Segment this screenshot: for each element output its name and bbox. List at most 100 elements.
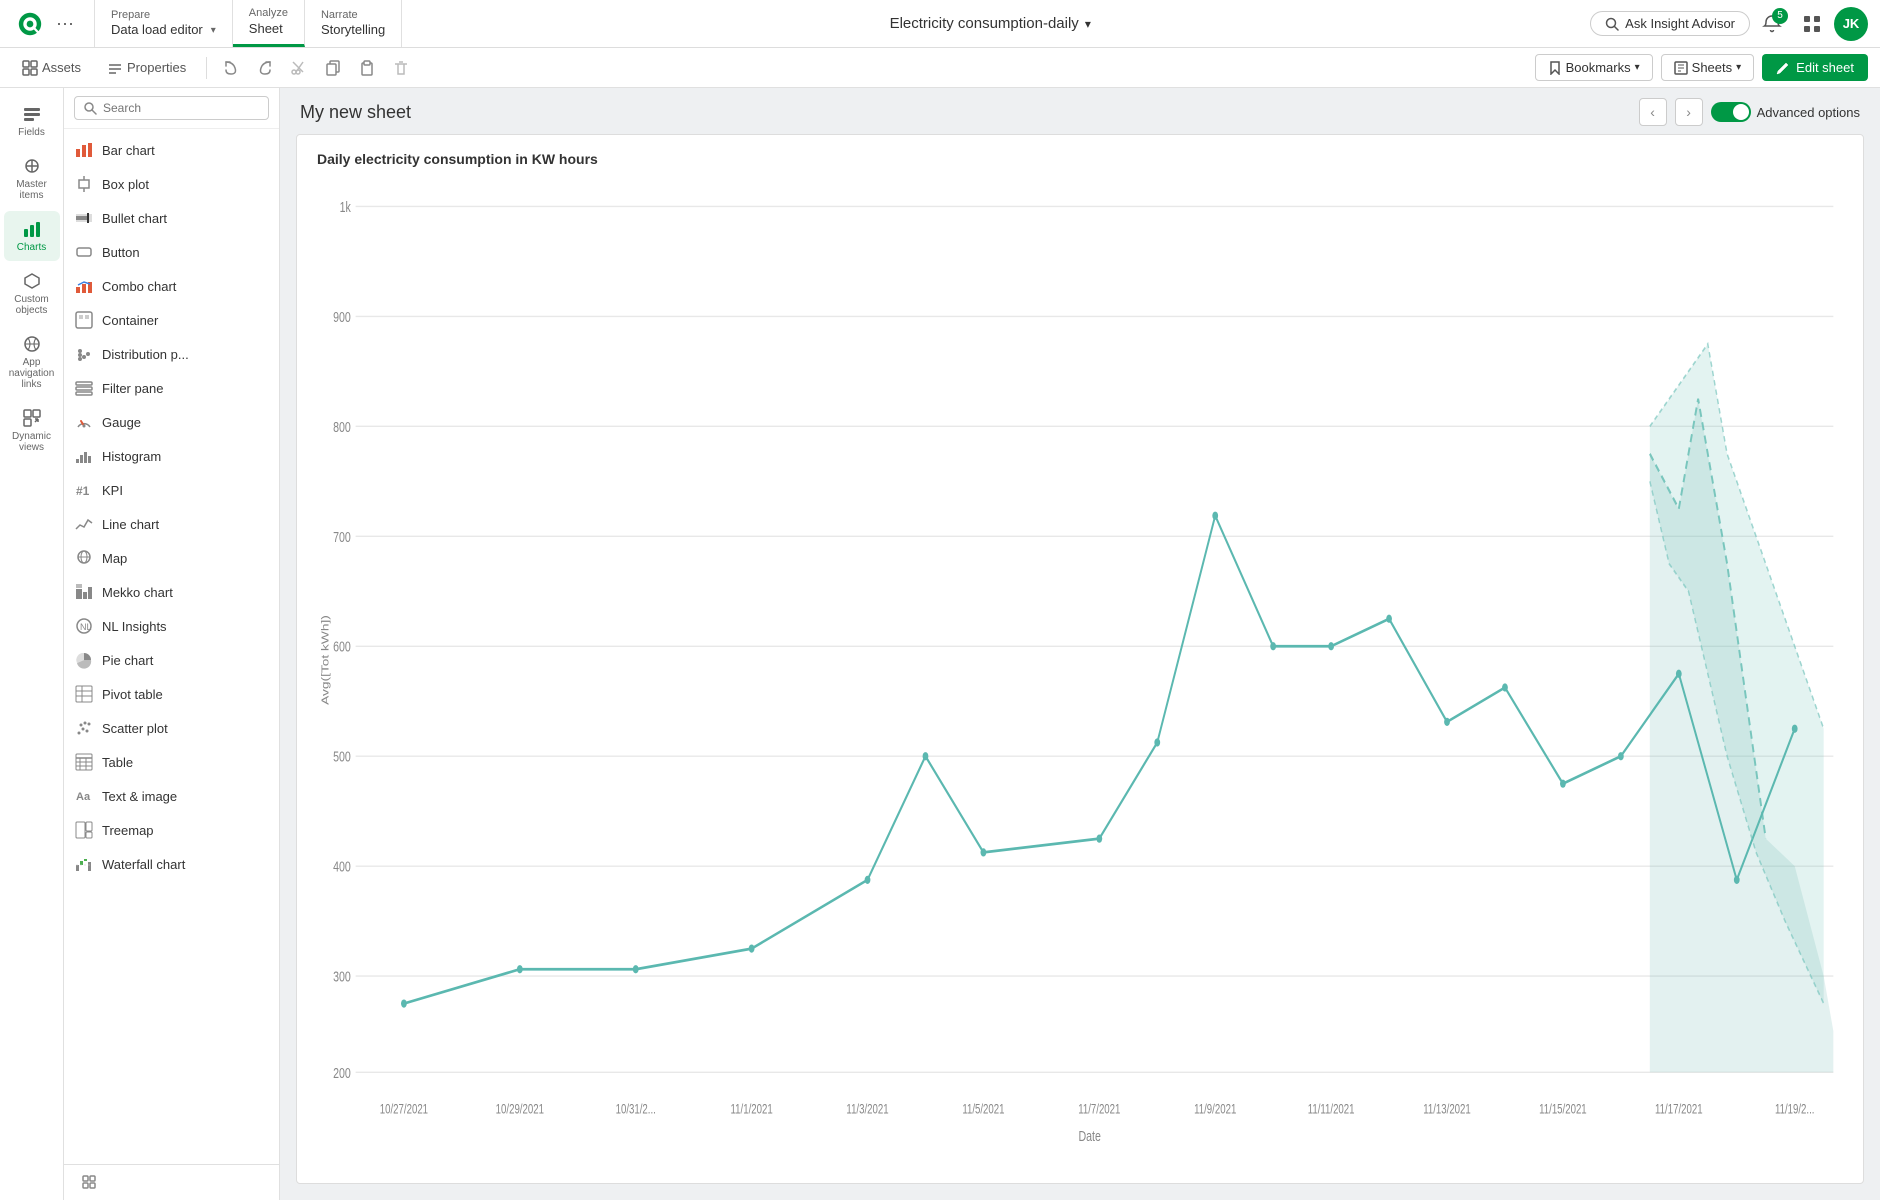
assets-tab[interactable]: Assets: [12, 56, 91, 80]
map-icon: [74, 548, 94, 568]
main-layout: Fields Master items Charts Custom object…: [0, 88, 1880, 1200]
chart-item-container[interactable]: Container ⠿: [64, 303, 279, 337]
chart-item-mekko-chart[interactable]: Mekko chart ⠿: [64, 575, 279, 609]
chart-item-text-image[interactable]: Aa Text & image ⠿: [64, 779, 279, 813]
sheet-navigation: ‹ › Advanced options: [1639, 98, 1860, 126]
chart-item-pivot-table[interactable]: Pivot table ⠿: [64, 677, 279, 711]
bottom-grid-icon[interactable]: [76, 1169, 104, 1197]
edit-sheet-button[interactable]: Edit sheet: [1762, 54, 1868, 81]
app-title-button[interactable]: Electricity consumption-daily ▾: [890, 15, 1091, 32]
delete-button[interactable]: [387, 56, 415, 80]
table-label: Table: [102, 755, 252, 770]
charts-panel-bottom: [64, 1164, 279, 1200]
analyze-nav-section[interactable]: Analyze Sheet: [233, 0, 305, 47]
chart-title: Daily electricity consumption in KW hour…: [317, 151, 1843, 167]
svg-text:NL: NL: [80, 622, 92, 632]
narrate-nav-section[interactable]: Narrate Storytelling: [305, 0, 402, 47]
sidebar-item-charts[interactable]: Charts: [4, 211, 60, 261]
cut-button[interactable]: [285, 56, 313, 80]
container-icon: [74, 310, 94, 330]
sidebar-item-master-items[interactable]: Master items: [4, 148, 60, 209]
nl-insights-icon: NL: [74, 616, 94, 636]
search-icon: [1605, 17, 1619, 31]
chart-item-map[interactable]: Map ⠿: [64, 541, 279, 575]
bookmarks-button[interactable]: Bookmarks ▾: [1535, 54, 1653, 81]
notifications-button[interactable]: 5: [1754, 6, 1790, 42]
sidebar-item-app-navigation[interactable]: App navigation links: [4, 326, 60, 398]
combo-chart-icon: [74, 276, 94, 296]
sheets-dropdown-icon: ▾: [1736, 62, 1741, 73]
advanced-options-toggle[interactable]: Advanced options: [1711, 102, 1860, 122]
chart-item-distribution-plot[interactable]: Distribution p... ⠿: [64, 337, 279, 371]
chart-item-waterfall-chart[interactable]: Waterfall chart ⠿: [64, 847, 279, 881]
sidebar-item-custom-objects[interactable]: Custom objects: [4, 263, 60, 324]
bookmarks-label: Bookmarks: [1566, 60, 1631, 75]
properties-tab[interactable]: Properties: [97, 56, 196, 80]
toolbar: Assets Properties: [0, 48, 1880, 88]
bar-chart-label: Bar chart: [102, 143, 252, 158]
chart-item-bullet-chart[interactable]: Bullet chart ⠿: [64, 201, 279, 235]
charts-icon: [22, 219, 42, 239]
master-items-icon: [22, 156, 42, 176]
chart-item-combo-chart[interactable]: Combo chart ⠿: [64, 269, 279, 303]
bullet-chart-icon: [74, 208, 94, 228]
advanced-options-switch[interactable]: [1711, 102, 1751, 122]
sheet-next-button[interactable]: ›: [1675, 98, 1703, 126]
apps-button[interactable]: [1794, 6, 1830, 42]
svg-text:Date: Date: [1078, 1127, 1100, 1141]
chart-item-scatter-plot[interactable]: Scatter plot ⠿: [64, 711, 279, 745]
chart-item-filter-pane[interactable]: Filter pane ⠿: [64, 371, 279, 405]
narrate-sub-label: Narrate: [321, 8, 385, 22]
box-plot-label: Box plot: [102, 177, 252, 192]
grid-icon: [1802, 14, 1822, 34]
chart-item-gauge[interactable]: Gauge ⠿: [64, 405, 279, 439]
chart-item-nl-insights[interactable]: NL NL Insights ⠿: [64, 609, 279, 643]
chart-item-pie-chart[interactable]: Pie chart ⠿: [64, 643, 279, 677]
chart-item-box-plot[interactable]: Box plot ⠿: [64, 167, 279, 201]
chart-item-treemap[interactable]: Treemap ⠿: [64, 813, 279, 847]
prepare-nav-section[interactable]: Prepare Data load editor ▾: [95, 0, 233, 47]
charts-panel-header: [64, 88, 279, 129]
qlik-logo-area[interactable]: ···: [0, 0, 95, 47]
chart-item-bar-chart[interactable]: Bar chart ⠿: [64, 133, 279, 167]
chart-item-kpi[interactable]: #1 KPI ⠿: [64, 473, 279, 507]
search-icon: [83, 101, 97, 115]
chart-item-button[interactable]: Button ⠿: [64, 235, 279, 269]
sidebar-item-dynamic-views[interactable]: Dynamic views: [4, 400, 60, 461]
svg-text:11/15/2021: 11/15/2021: [1539, 1101, 1587, 1117]
svg-text:600: 600: [333, 638, 351, 655]
chart-item-histogram[interactable]: Histogram ⠿: [64, 439, 279, 473]
undo-button[interactable]: [217, 56, 245, 80]
sidebar-item-fields[interactable]: Fields: [4, 96, 60, 146]
search-box[interactable]: [74, 96, 269, 120]
kpi-label: KPI: [102, 483, 252, 498]
waterfall-chart-icon: [74, 854, 94, 874]
waterfall-chart-label: Waterfall chart: [102, 857, 252, 872]
charts-label: Charts: [17, 242, 46, 253]
narrate-title-label: Storytelling: [321, 22, 385, 39]
sheet-prev-button[interactable]: ‹: [1639, 98, 1667, 126]
user-avatar[interactable]: JK: [1834, 7, 1868, 41]
charts-list: Bar chart ⠿ Box plot ⠿ Bullet chart ⠿: [64, 129, 279, 1164]
toolbar-left: Assets Properties: [12, 56, 1527, 80]
app-navigation-icon: [22, 334, 42, 354]
assets-icon: [22, 60, 38, 76]
sheets-button[interactable]: Sheets ▾: [1661, 54, 1755, 81]
treemap-icon: [74, 820, 94, 840]
svg-text:Aa: Aa: [76, 791, 91, 803]
paste-button[interactable]: [353, 56, 381, 80]
svg-text:900: 900: [333, 308, 351, 325]
app-title-text: Electricity consumption-daily: [890, 15, 1079, 32]
copy-button[interactable]: [319, 56, 347, 80]
chart-item-line-chart[interactable]: Line chart ⠿: [64, 507, 279, 541]
dynamic-views-icon: [22, 408, 42, 428]
svg-text:#1: #1: [76, 484, 90, 498]
redo-button[interactable]: [251, 56, 279, 80]
chart-item-table[interactable]: Table ⠿: [64, 745, 279, 779]
insight-advisor-button[interactable]: Ask Insight Advisor: [1590, 11, 1750, 36]
nav-more-icon[interactable]: ···: [48, 13, 82, 34]
kpi-icon: #1: [74, 480, 94, 500]
scatter-plot-icon: [74, 718, 94, 738]
distribution-plot-label: Distribution p...: [102, 347, 252, 362]
search-input[interactable]: [103, 101, 260, 115]
